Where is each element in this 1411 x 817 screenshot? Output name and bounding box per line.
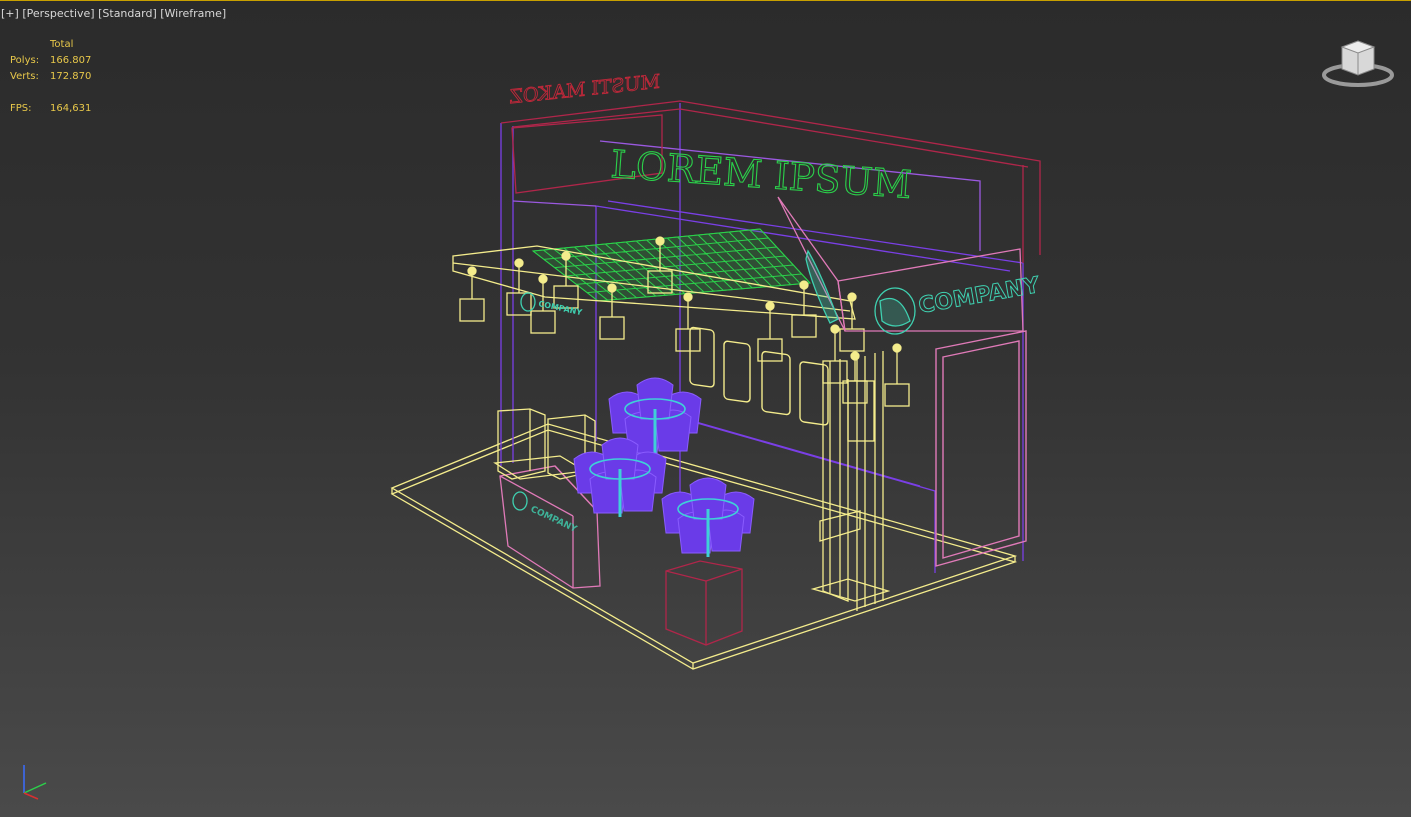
counter-logo-icon [512,491,528,511]
mirrored-sign-text: MUSTI MAKOZ [510,71,660,109]
wireframe-scene[interactable]: MUSTI MAKOZ LOREM IPSUM COMPANY COMPANY … [0,1,1411,817]
pendant-lamp[interactable] [459,266,485,322]
viewcube-icon[interactable] [1318,37,1398,93]
pendant-lamp[interactable] [822,324,848,384]
display-case[interactable] [665,560,743,646]
company-logo-icon [874,287,916,335]
xyz-axis-tripod-icon [23,765,47,800]
pendant-lamp[interactable] [884,343,910,407]
3d-viewport[interactable]: [+] [Perspective] [Standard] [Wireframe]… [0,0,1411,817]
table-and-chairs[interactable] [661,477,755,557]
wall-frames[interactable] [689,326,829,426]
headline-sign-text: LOREM IPSUM [609,142,913,207]
cafe-furniture[interactable] [573,377,755,557]
small-logo-icon [520,292,536,312]
small-sign-text: COMPANY [538,299,584,317]
decorative-fin[interactable] [805,249,839,324]
pendant-lamp[interactable] [791,280,817,338]
decor-column[interactable] [810,351,891,611]
booth-door[interactable] [935,330,1027,567]
counter-sign-text: COMPANY [529,505,579,535]
